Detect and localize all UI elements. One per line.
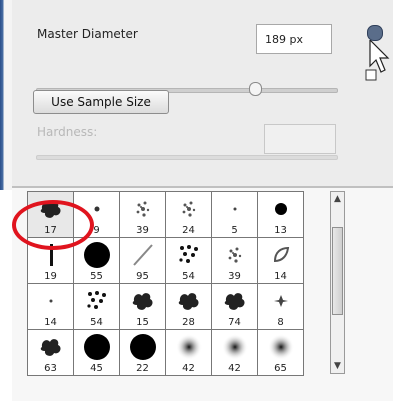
brush-tip-icon xyxy=(212,198,257,220)
hardness-input[interactable] xyxy=(264,124,336,154)
brush-preset-cell[interactable]: 42 xyxy=(166,330,212,376)
brush-size-label: 95 xyxy=(136,271,149,282)
brush-size-label: 14 xyxy=(274,271,287,282)
brush-preset-cell[interactable]: 74 xyxy=(212,284,258,330)
brush-tip-icon xyxy=(120,198,165,220)
brush-size-label: 22 xyxy=(136,363,149,374)
brush-size-label: 14 xyxy=(44,317,57,328)
brush-size-label: 42 xyxy=(228,363,241,374)
brush-tip-icon xyxy=(258,198,303,220)
brush-preset-cell[interactable]: 65 xyxy=(258,330,304,376)
brush-size-label: 74 xyxy=(228,317,241,328)
mouse-cursor-icon xyxy=(365,40,390,81)
brush-size-label: 65 xyxy=(274,363,287,374)
brush-tip-icon xyxy=(120,290,165,312)
brush-size-label: 45 xyxy=(90,363,103,374)
brush-size-label: 55 xyxy=(90,271,103,282)
brush-preset-cell[interactable]: 24 xyxy=(166,192,212,238)
brush-menu-button[interactable] xyxy=(367,25,383,41)
use-sample-size-button[interactable]: Use Sample Size xyxy=(33,90,169,114)
brush-preset-cell[interactable]: 55 xyxy=(74,238,120,284)
brush-preset-cell[interactable]: 22 xyxy=(120,330,166,376)
brush-tip-icon xyxy=(212,290,257,312)
brush-preset-cell[interactable]: 14 xyxy=(258,238,304,284)
brush-tip-icon xyxy=(74,242,119,268)
master-diameter-input[interactable]: 189 px xyxy=(256,24,332,54)
brush-preset-cell[interactable]: 45 xyxy=(74,330,120,376)
brush-tip-icon xyxy=(212,244,257,266)
brush-preset-cell[interactable]: 39 xyxy=(120,192,166,238)
hardness-slider[interactable] xyxy=(36,155,338,160)
brush-tip-icon xyxy=(120,334,165,360)
brush-grid-scrollbar[interactable]: ▲ ▼ xyxy=(330,191,345,374)
brush-size-label: 19 xyxy=(44,271,57,282)
master-diameter-label: Master Diameter xyxy=(37,27,138,41)
brush-tip-icon xyxy=(212,334,257,360)
brush-tip-icon xyxy=(166,290,211,312)
brush-size-label: 39 xyxy=(228,271,241,282)
brush-preset-cell[interactable]: 8 xyxy=(258,284,304,330)
scrollbar-thumb[interactable] xyxy=(332,227,343,315)
brush-tip-icon xyxy=(166,244,211,266)
brush-preset-cell[interactable]: 39 xyxy=(212,238,258,284)
brush-preset-cell[interactable]: 5 xyxy=(212,192,258,238)
brush-tip-icon xyxy=(166,198,211,220)
brush-tip-icon xyxy=(120,244,165,266)
brush-preset-cell[interactable]: 54 xyxy=(166,238,212,284)
brush-preset-cell[interactable]: 95 xyxy=(120,238,166,284)
brush-size-label: 15 xyxy=(136,317,149,328)
brush-tip-icon xyxy=(166,334,211,360)
brush-tip-icon xyxy=(74,334,119,360)
brush-preset-cell[interactable]: 14 xyxy=(28,284,74,330)
brush-size-label: 13 xyxy=(274,225,287,236)
brush-size-label: 42 xyxy=(182,363,195,374)
brush-tip-icon xyxy=(258,334,303,360)
brush-preset-cell[interactable]: 54 xyxy=(74,284,120,330)
brush-size-label: 5 xyxy=(231,225,238,236)
brush-size-label: 24 xyxy=(182,225,195,236)
scroll-up-arrow-icon[interactable]: ▲ xyxy=(334,194,341,204)
selection-highlight-circle xyxy=(12,200,94,250)
brush-tip-icon xyxy=(74,290,119,312)
hardness-label: Hardness: xyxy=(37,125,98,139)
scroll-down-arrow-icon[interactable]: ▼ xyxy=(334,361,341,371)
brush-preset-cell[interactable]: 15 xyxy=(120,284,166,330)
brush-tip-icon xyxy=(28,290,73,312)
brush-preset-cell[interactable]: 28 xyxy=(166,284,212,330)
brush-preset-cell[interactable]: 13 xyxy=(258,192,304,238)
master-diameter-slider-thumb[interactable] xyxy=(249,82,262,96)
brush-preset-cell[interactable]: 63 xyxy=(28,330,74,376)
brush-size-label: 28 xyxy=(182,317,195,328)
brush-preset-cell[interactable]: 42 xyxy=(212,330,258,376)
brush-size-label: 39 xyxy=(136,225,149,236)
brush-size-label: 54 xyxy=(90,317,103,328)
brush-tip-icon xyxy=(28,336,73,358)
brush-tip-icon xyxy=(258,244,303,266)
window-edge xyxy=(0,0,12,190)
brush-tip-icon xyxy=(258,290,303,312)
brush-size-label: 63 xyxy=(44,363,57,374)
brush-size-label: 54 xyxy=(182,271,195,282)
brush-size-label: 8 xyxy=(277,317,284,328)
